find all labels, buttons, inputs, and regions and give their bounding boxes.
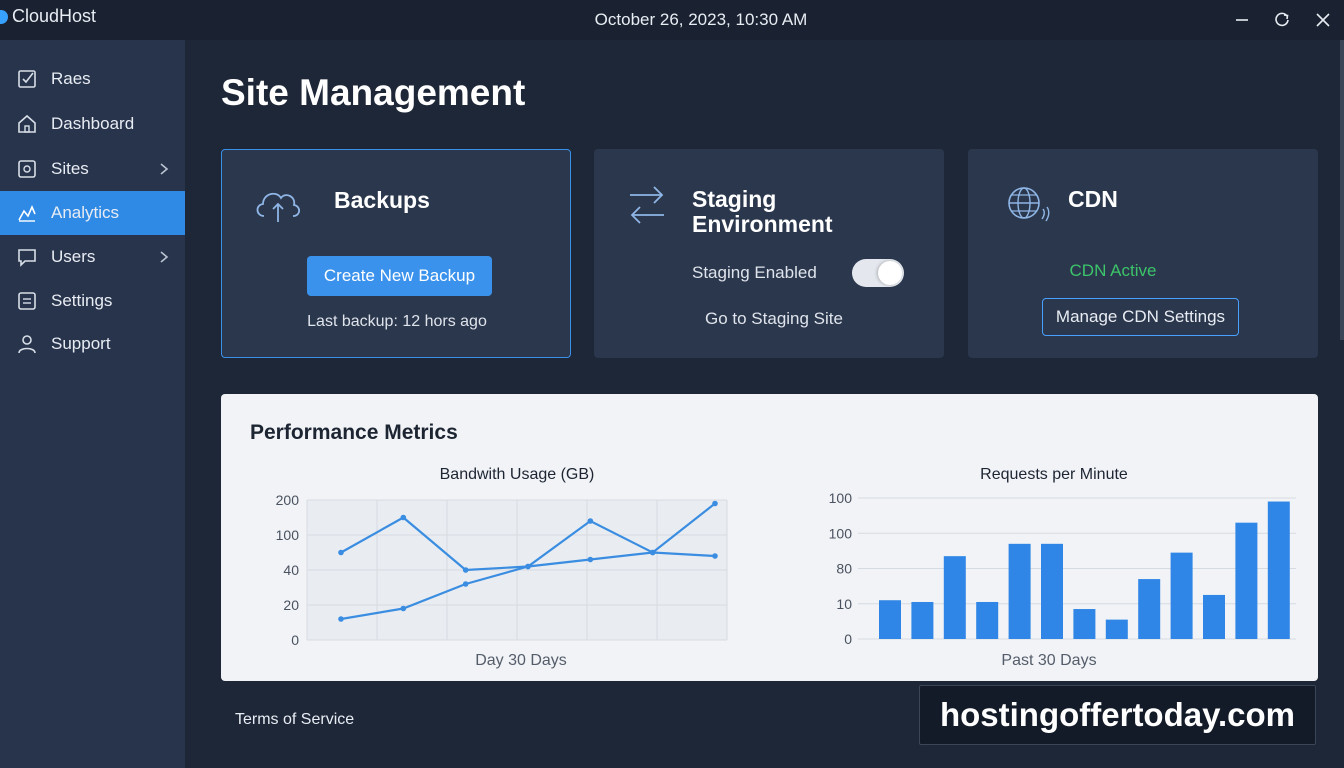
bar [879,600,901,639]
requests-chart-xlabel: Past 30 Days [1001,652,1097,669]
last-backup-status: Last backup: 12 hors ago [307,313,487,330]
sidebar-item-dashboard[interactable]: Dashboard [0,102,185,146]
data-point [462,581,469,587]
sidebar-item-label: Analytics [51,203,120,222]
terms-of-service-link[interactable]: Terms of Service [235,711,354,729]
staging-toggle-label: Staging Enabled [692,263,817,282]
globe-icon [1008,187,1050,222]
bar [1235,522,1258,639]
performance-title: Performance Metrics [250,421,458,444]
cloud-upload-icon [256,192,301,222]
home-icon [16,113,38,135]
y-tick-label: 80 [836,561,852,577]
bar [1170,552,1193,639]
y-tick-label: 100 [829,490,853,506]
toggle-knob [878,261,902,285]
close-button[interactable] [1311,8,1335,32]
cdn-title: CDN [1068,186,1118,212]
datetime: October 26, 2023, 10:30 AM [594,10,808,29]
data-point [587,518,594,524]
data-point [400,605,407,612]
sidebar-item-analytics[interactable]: Analytics [0,191,185,235]
go-to-staging-link[interactable]: Go to Staging Site [594,309,954,329]
analytics-icon [16,202,38,224]
backups-title: Backups [334,187,430,213]
bar [1203,594,1225,639]
performance-panel: Performance Metrics Bandwith Usage (GB) … [221,394,1318,681]
scrollbar[interactable] [1340,40,1344,340]
bandwidth-chart-title: Bandwith Usage (GB) [439,466,595,483]
bar [1105,619,1128,639]
swap-arrows-icon [630,186,664,224]
cdn-status: CDN Active [1069,261,1157,280]
y-tick-label: 20 [283,597,299,613]
sidebar-item-label: Raes [51,69,91,88]
sidebar-item-label: Settings [51,291,113,310]
close-icon [1316,13,1330,27]
page-title: Site Management [221,72,526,113]
data-point [338,549,344,556]
staging-title-line1: Staging [692,186,777,212]
manage-cdn-button[interactable]: Manage CDN Settings [1042,298,1239,336]
chevron-right-icon [160,251,169,263]
data-point [712,500,718,507]
user-icon [16,333,38,355]
settings-icon [16,290,38,312]
backups-card[interactable]: Backups Create New Backup Last backup: 1… [221,149,571,358]
chat-icon [16,246,38,268]
minimize-button[interactable] [1230,8,1254,32]
y-tick-label: 200 [276,492,300,508]
site-icon [16,158,38,180]
data-point [712,553,718,559]
bar [1073,609,1096,639]
data-point [587,556,594,563]
watermark-banner: hostingoffertoday.com [919,685,1316,745]
data-point [462,567,469,573]
staging-toggle[interactable] [852,259,904,287]
checklist-icon [16,68,38,90]
bandwidth-line-chart: 0 20 40 100 200 [276,492,728,648]
bar [943,556,966,639]
data-point [338,616,344,622]
restore-icon [1275,12,1289,27]
bar [1008,543,1031,639]
staging-title-line2: Environment [692,211,833,237]
bar [1138,579,1161,639]
bar [1267,501,1290,639]
sidebar-item-label: Dashboard [51,114,135,133]
sidebar-item-raes[interactable]: Raes [0,57,185,101]
sidebar-item-support[interactable]: Support [0,322,185,366]
sidebar-item-users[interactable]: Users [0,235,185,279]
requests-chart-title: Requests per Minute [980,466,1128,483]
bar [976,601,999,639]
sidebar-item-label: Sites [51,159,89,178]
sidebar-item-settings[interactable]: Settings [0,279,185,323]
y-tick-label: 100 [829,525,853,541]
data-point [525,563,531,570]
y-tick-label: 10 [836,596,852,612]
staging-title: Staging Environment [692,187,833,237]
bandwidth-chart-xlabel: Day 30 Days [475,652,567,669]
requests-bar-chart: 0 10 80 100 100 [829,490,1296,647]
data-point [649,549,656,556]
sidebar-item-sites[interactable]: Sites [0,147,185,191]
restore-button[interactable] [1270,8,1294,32]
bar [1041,543,1063,639]
minimize-icon [1236,19,1248,21]
chevron-right-icon [160,163,169,175]
staging-card: Staging Environment Staging Enabled Go t… [594,149,944,358]
create-backup-button[interactable]: Create New Backup [307,256,492,296]
y-tick-label: 0 [291,632,299,648]
y-tick-label: 100 [276,527,300,543]
cdn-card: CDN CDN Active Manage CDN Settings [968,149,1318,358]
title-bar: CloudHost October 26, 2023, 10:30 AM [0,0,1344,40]
sidebar: Raes Dashboard Sites Analytics Users Set… [0,40,185,768]
y-tick-label: 40 [283,562,299,578]
y-tick-label: 0 [844,631,852,647]
sidebar-item-label: Users [51,247,96,266]
bar [911,601,934,639]
sidebar-item-label: Support [51,334,111,353]
data-point [400,514,407,521]
